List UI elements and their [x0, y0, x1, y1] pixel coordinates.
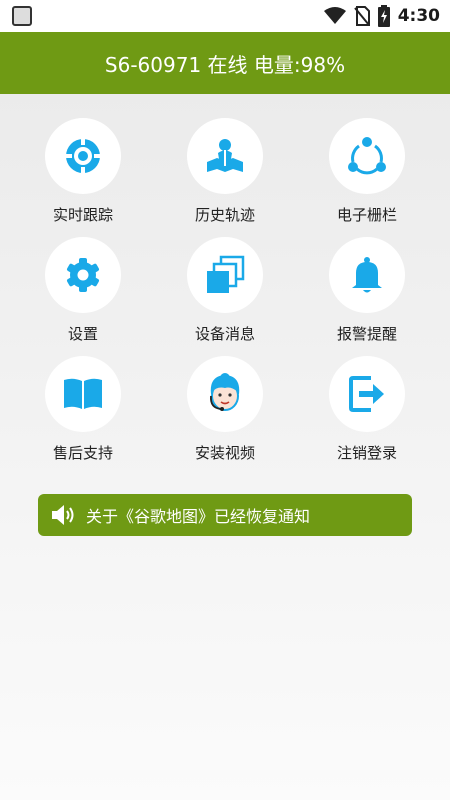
menu-item-logout[interactable]: 注销登录: [307, 356, 427, 466]
support-agent-icon: [210, 373, 240, 411]
icon-circle: [187, 356, 263, 432]
notice-text: 关于《谷歌地图》已经恢复通知: [86, 507, 311, 526]
menu-item-after-sales[interactable]: 售后支持: [23, 356, 143, 466]
notice-banner[interactable]: 关于《谷歌地图》已经恢复通知: [38, 494, 412, 536]
status-bar: 4:30: [0, 0, 450, 32]
share-nodes-icon: [348, 137, 386, 175]
target-icon: [64, 137, 102, 175]
map-pin-icon: [207, 139, 243, 172]
menu-item-device-messages[interactable]: 设备消息: [165, 237, 285, 347]
menu-item-label: 注销登录: [336, 444, 397, 462]
menu-item-label: 安装视频: [194, 444, 255, 462]
icon-circle: [329, 356, 405, 432]
menu-item-history-track[interactable]: 历史轨迹: [165, 118, 285, 228]
menu-item-label: 电子栅栏: [336, 206, 397, 224]
menu-item-alarm-reminder[interactable]: 报警提醒: [307, 237, 427, 347]
menu-item-install-video[interactable]: 安装视频: [165, 356, 285, 466]
menu-item-label: 设备消息: [194, 325, 255, 343]
speaker-icon: [52, 505, 74, 525]
menu-item-label: 报警提醒: [336, 325, 397, 343]
menu-item-label: 售后支持: [52, 444, 113, 462]
app-notification-icon: [12, 6, 32, 26]
menu-item-label: 设置: [67, 325, 98, 343]
bell-icon: [352, 257, 382, 293]
icon-circle: [329, 237, 405, 313]
icon-circle: [45, 237, 121, 313]
logout-icon: [349, 376, 384, 412]
battery-charging-icon: [377, 5, 390, 27]
wifi-icon: [323, 7, 346, 24]
menu-item-settings[interactable]: 设置: [23, 237, 143, 347]
header-title: S6-60971 在线 电量:98%: [104, 52, 346, 77]
icon-circle: [329, 118, 405, 194]
icon-circle: [187, 118, 263, 194]
stacked-pages-icon: [207, 255, 245, 293]
no-sim-icon: [353, 6, 370, 26]
menu-item-geo-fence[interactable]: 电子栅栏: [307, 118, 427, 228]
icon-circle: [187, 237, 263, 313]
menu-item-label: 历史轨迹: [194, 206, 255, 224]
gear-icon: [67, 258, 99, 292]
status-time: 4:30: [397, 6, 440, 26]
menu-item-label: 实时跟踪: [52, 206, 113, 224]
device-status-header: S6-60971 在线 电量:98%: [0, 32, 450, 94]
book-icon: [64, 378, 102, 409]
menu-item-realtime-tracking[interactable]: 实时跟踪: [23, 118, 143, 228]
icon-circle: [45, 356, 121, 432]
icon-circle: [45, 118, 121, 194]
status-icons: 4:30: [323, 0, 440, 32]
